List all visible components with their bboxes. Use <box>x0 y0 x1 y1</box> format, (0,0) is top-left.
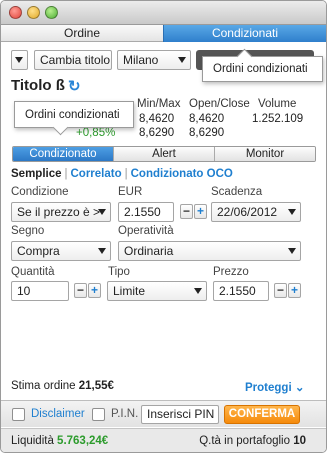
condizione-select[interactable]: Se il prezzo è > <box>11 202 111 222</box>
tooltip-condizionato: Ordini condizionati <box>14 101 134 128</box>
scadenza-label: Scadenza <box>211 186 263 198</box>
portafoglio-label: Q.tà in portafoglio <box>199 435 290 447</box>
chevron-down-icon <box>15 57 23 63</box>
scadenza-value: 22/06/2012 <box>217 205 278 219</box>
conferma-button[interactable]: CONFERMA <box>224 405 300 424</box>
subtab-separator: | <box>124 168 128 180</box>
tooltip-text: Ordini condizionati <box>213 63 308 75</box>
tipo-value: Limite <box>113 284 146 298</box>
portafoglio: Q.tà in portafoglio 10 <box>199 435 306 447</box>
segmented-control: Condizionato Alert Monitor <box>12 146 316 162</box>
segment-alert[interactable]: Alert <box>113 147 214 161</box>
pin-checkbox[interactable] <box>92 408 105 421</box>
scadenza-select[interactable]: 22/06/2012 <box>211 202 301 222</box>
refresh-icon[interactable]: ↻ <box>68 77 81 95</box>
subtab-semplice[interactable]: Semplice <box>11 168 62 180</box>
stima-label: Stima ordine <box>11 380 76 392</box>
page-title: Titolo ß <box>11 77 65 94</box>
title-bar <box>1 1 326 25</box>
proteggi-link[interactable]: Proteggi ⌄ <box>245 380 304 394</box>
prezzo-plus-button[interactable]: + <box>288 283 301 298</box>
eur-minus-button[interactable]: − <box>180 204 193 219</box>
app-window: Ordine Condizionati Cambia titolo Milano… <box>0 0 327 453</box>
status-footer: Liquidità 5.763,24€ Q.tà in portafoglio … <box>1 428 326 452</box>
quantita-input[interactable]: 10 <box>11 281 69 301</box>
market-value: Milano <box>123 53 159 67</box>
stima-value: 21,55€ <box>78 380 114 392</box>
segno-label: Segno <box>11 225 45 237</box>
segno-select[interactable]: Compra <box>11 241 111 261</box>
condizione-label: Condizione <box>11 186 69 198</box>
pin-input[interactable]: Inserisci PIN <box>141 405 219 424</box>
cambia-titolo-button[interactable]: Cambia titolo <box>34 50 112 70</box>
subtab-correlato[interactable]: Correlato <box>71 168 122 180</box>
segment-condizionato[interactable]: Condizionato <box>13 147 113 161</box>
eur-label: EUR <box>118 186 143 198</box>
minimize-window-button[interactable] <box>27 6 40 19</box>
portafoglio-value: 10 <box>293 435 306 447</box>
chevron-down-icon <box>288 248 296 254</box>
tipo-label: Tipo <box>108 266 130 278</box>
prezzo-minus-button[interactable]: − <box>274 283 287 298</box>
open-value: 8,4620 <box>189 113 225 125</box>
eur-input[interactable]: 2.1550 <box>118 202 174 222</box>
disclaimer-checkbox[interactable] <box>12 408 25 421</box>
condizione-value: Se il prezzo è > <box>17 205 101 219</box>
stima-ordine: Stima ordine 21,55€ <box>11 380 114 392</box>
close-value: 8,6290 <box>189 127 225 139</box>
subtab-separator: | <box>64 168 68 180</box>
tooltip-text: Ordini condizionati <box>25 109 120 121</box>
operativita-select[interactable]: Ordinaria <box>118 241 301 261</box>
prezzo-label: Prezzo <box>213 266 249 278</box>
chevron-down-icon <box>178 57 186 63</box>
subtab-oco[interactable]: Condizionato OCO <box>131 168 233 180</box>
volume-header: Volume <box>258 98 297 110</box>
quantita-plus-button[interactable]: + <box>88 283 101 298</box>
market-select[interactable]: Milano <box>117 50 191 70</box>
tooltip-condizionati: Ordini condizionati <box>202 56 323 82</box>
volume-value: 1.252.109 <box>252 113 304 125</box>
segno-value: Compra <box>17 244 60 258</box>
prezzo-input[interactable]: 2.1550 <box>213 281 269 301</box>
order-subtabs: Semplice | Correlato | Condizionato OCO <box>11 168 233 180</box>
zoom-window-button[interactable] <box>45 6 58 19</box>
menu-dropdown[interactable] <box>11 50 28 70</box>
pin-label: P.I.N. <box>111 408 139 420</box>
operativita-label: Operatività <box>118 225 174 237</box>
min-value: 8,4620 <box>139 113 175 125</box>
disclaimer-link[interactable]: Disclaimer <box>31 408 85 420</box>
liquidita-label: Liquidità <box>11 435 54 447</box>
chevron-down-icon <box>98 248 106 254</box>
change-value: +0,85% <box>76 127 116 139</box>
openclose-header: Open/Close <box>189 98 250 110</box>
minmax-header: Min/Max <box>137 98 181 110</box>
quantita-label: Quantità <box>11 266 55 278</box>
chevron-down-icon <box>194 288 202 294</box>
max-value: 8,6290 <box>139 127 175 139</box>
tab-condizionati[interactable]: Condizionati <box>163 25 326 42</box>
chevron-down-icon <box>98 209 106 215</box>
close-window-button[interactable] <box>9 6 22 19</box>
chevron-down-icon <box>288 209 296 215</box>
liquidita: Liquidità 5.763,24€ <box>11 435 108 447</box>
operativita-value: Ordinaria <box>124 244 174 258</box>
eur-plus-button[interactable]: + <box>194 204 207 219</box>
tab-ordine[interactable]: Ordine <box>1 25 163 42</box>
main-tabs: Ordine Condizionati <box>1 25 326 42</box>
tipo-select[interactable]: Limite <box>107 281 207 301</box>
liquidita-value: 5.763,24€ <box>57 435 109 447</box>
quantita-minus-button[interactable]: − <box>74 283 87 298</box>
segment-monitor[interactable]: Monitor <box>214 147 315 161</box>
